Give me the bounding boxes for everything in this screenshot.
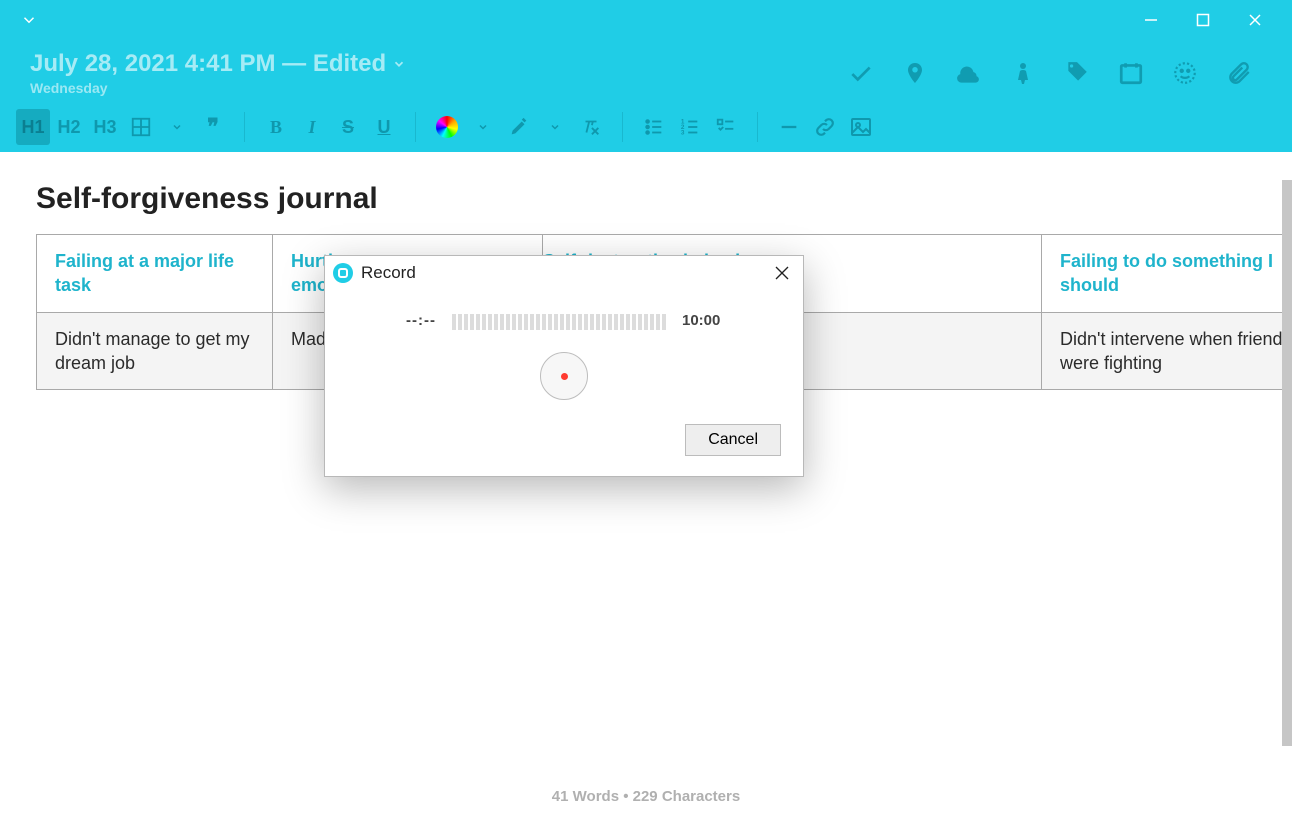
bullet-list-button[interactable] — [637, 109, 671, 145]
location-icon[interactable] — [902, 60, 928, 86]
entry-day-label: Wednesday — [30, 78, 406, 96]
cancel-button[interactable]: Cancel — [685, 424, 781, 456]
attachment-icon[interactable] — [1226, 60, 1252, 86]
menu-dropdown-icon[interactable] — [18, 9, 40, 31]
table-dropdown-icon[interactable] — [160, 109, 194, 145]
editor-content[interactable]: Self-forgiveness journal Failing at a ma… — [0, 152, 1292, 805]
text-color-dropdown-icon[interactable] — [466, 109, 500, 145]
table-header-cell[interactable]: Failing to do something I should — [1042, 235, 1292, 313]
table-cell[interactable]: Didn't intervene when friends were fight… — [1042, 312, 1292, 390]
format-toolbar: H1 H2 H3 ❞ B I S U 123 — [0, 102, 1292, 152]
toolbar-separator — [415, 112, 416, 142]
entry-date-text: July 28, 2021 4:41 PM — Edited — [30, 50, 386, 78]
blockquote-button[interactable]: ❞ — [196, 109, 230, 145]
tag-icon[interactable] — [1064, 60, 1090, 86]
person-icon[interactable] — [1010, 60, 1036, 86]
page-title: Self-forgiveness journal — [36, 182, 1256, 216]
entry-meta-toolbar — [848, 60, 1262, 86]
window-maximize-button[interactable] — [1192, 9, 1214, 31]
weather-icon[interactable] — [956, 60, 982, 86]
record-elapsed-label: --:-- — [396, 312, 436, 329]
record-button[interactable] — [540, 352, 588, 400]
text-color-button[interactable] — [430, 109, 464, 145]
app-logo-icon — [333, 263, 353, 283]
record-dot-icon — [561, 373, 568, 380]
toolbar-separator — [622, 112, 623, 142]
highlight-button[interactable] — [502, 109, 536, 145]
status-bar: 41 Words • 229 Characters — [0, 788, 1292, 805]
record-dialog: Record --:-- 10:00 Cancel — [324, 255, 804, 477]
svg-text:3: 3 — [681, 129, 685, 136]
numbered-list-button[interactable]: 123 — [673, 109, 707, 145]
table-cell[interactable]: Didn't manage to get my dream job — [37, 312, 273, 390]
heading1-button[interactable]: H1 — [16, 109, 50, 145]
dialog-close-button[interactable] — [771, 262, 793, 284]
calendar-icon[interactable] — [1118, 60, 1144, 86]
chevron-down-icon — [392, 57, 406, 71]
record-waveform — [452, 310, 666, 330]
color-wheel-icon — [436, 116, 458, 138]
toolbar-separator — [244, 112, 245, 142]
strikethrough-button[interactable]: S — [331, 109, 365, 145]
window-titlebar — [0, 0, 1292, 40]
entry-date-button[interactable]: July 28, 2021 4:41 PM — Edited — [30, 50, 406, 78]
done-icon[interactable] — [848, 60, 874, 86]
record-total-label: 10:00 — [682, 312, 732, 329]
italic-button[interactable]: I — [295, 109, 329, 145]
checklist-button[interactable] — [709, 109, 743, 145]
image-button[interactable] — [844, 109, 878, 145]
clear-format-button[interactable] — [574, 109, 608, 145]
bold-button[interactable]: B — [259, 109, 293, 145]
heading3-button[interactable]: H3 — [88, 109, 122, 145]
word-count-label: 41 Words • 229 Characters — [552, 788, 740, 805]
horizontal-rule-button[interactable] — [772, 109, 806, 145]
window-close-button[interactable] — [1244, 9, 1266, 31]
highlight-dropdown-icon[interactable] — [538, 109, 572, 145]
entry-header: July 28, 2021 4:41 PM — Edited Wednesday — [0, 40, 1292, 102]
window-minimize-button[interactable] — [1140, 9, 1162, 31]
table-header-cell[interactable]: Failing at a major life task — [37, 235, 273, 313]
toolbar-separator — [757, 112, 758, 142]
dialog-title: Record — [361, 263, 416, 283]
heading2-button[interactable]: H2 — [52, 109, 86, 145]
mood-icon[interactable] — [1172, 60, 1198, 86]
link-button[interactable] — [808, 109, 842, 145]
underline-button[interactable]: U — [367, 109, 401, 145]
table-button[interactable] — [124, 109, 158, 145]
scrollbar-thumb[interactable] — [1282, 180, 1292, 746]
